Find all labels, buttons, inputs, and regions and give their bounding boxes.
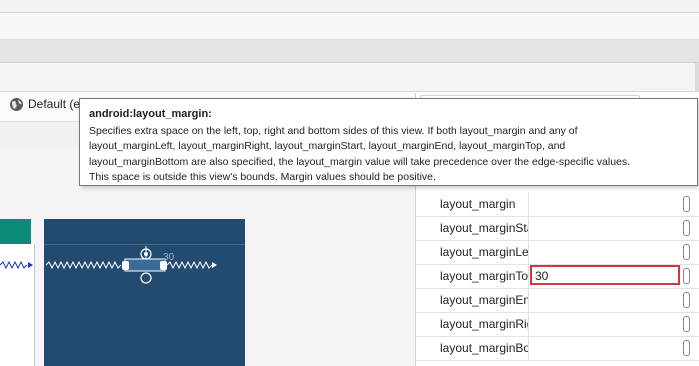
globe-icon xyxy=(10,98,23,111)
property-value-field-active[interactable]: 30 xyxy=(530,265,680,285)
property-row-layout-margin-start[interactable]: layout_marginStart xyxy=(416,216,699,241)
attribute-documentation-tooltip: android:layout_margin: Specifies extra s… xyxy=(79,98,698,186)
resource-picker-button[interactable] xyxy=(683,316,690,332)
property-name: layout_marginRight xyxy=(440,317,528,331)
column-divider xyxy=(528,192,529,216)
tooltip-title: android:layout_margin: xyxy=(89,108,212,120)
property-row-layout-margin-end[interactable]: layout_marginEnd xyxy=(416,288,699,313)
property-name: layout_marginLeft xyxy=(440,245,528,259)
property-value-field[interactable] xyxy=(530,337,680,357)
selected-widget[interactable] xyxy=(124,258,166,272)
resize-handle-left[interactable] xyxy=(122,261,129,270)
bottom-anchor-handle[interactable] xyxy=(140,272,152,284)
column-divider xyxy=(528,336,529,360)
resource-picker-button[interactable] xyxy=(683,244,690,260)
design-header-strip xyxy=(0,40,699,63)
tooltip-line: layout_marginLeft, layout_marginRight, l… xyxy=(89,140,566,152)
resource-picker-button[interactable] xyxy=(683,340,690,356)
resource-picker-button[interactable] xyxy=(683,220,690,236)
column-divider xyxy=(528,288,529,312)
property-name: layout_marginTop xyxy=(440,269,528,283)
property-name: layout_margin xyxy=(440,197,516,211)
margin-annotation: 30 xyxy=(163,252,175,263)
column-divider xyxy=(528,240,529,264)
property-value-field[interactable] xyxy=(530,313,680,333)
constraint-widgets: 30 xyxy=(0,246,217,284)
app-bar-preview xyxy=(0,219,31,244)
property-value-field[interactable] xyxy=(530,289,680,309)
property-value-field[interactable] xyxy=(530,193,680,213)
property-row-layout-margin-top[interactable]: layout_marginTop 30 xyxy=(416,264,699,289)
editor-tab-strip xyxy=(0,13,699,40)
tooltip-line: This space is outside this view's bounds… xyxy=(89,171,436,183)
left-constraint-arrow xyxy=(28,262,33,268)
design-toolbar xyxy=(0,63,699,92)
tooltip-line: Specifies extra space on the left, top, … xyxy=(89,124,578,137)
tooltip-line: layout_marginBottom are also specified, … xyxy=(89,155,631,168)
column-divider xyxy=(528,264,529,288)
property-value-field[interactable] xyxy=(530,217,680,237)
blueprint-left-spring xyxy=(45,260,122,270)
toolbar-scrollbar[interactable] xyxy=(695,63,699,91)
property-row-layout-margin-left[interactable]: layout_marginLeft xyxy=(416,240,699,265)
property-name: layout_marginBottom xyxy=(440,341,528,355)
property-name: layout_marginStart xyxy=(440,221,528,235)
resource-picker-button[interactable] xyxy=(683,292,690,308)
property-row-layout-margin-bottom[interactable]: layout_marginBottom xyxy=(416,336,699,361)
property-name: layout_marginEnd xyxy=(440,293,528,307)
column-divider xyxy=(528,312,529,336)
resource-picker-button[interactable] xyxy=(683,196,690,212)
locale-dropdown[interactable]: Default (e xyxy=(28,97,80,111)
property-value-field[interactable] xyxy=(530,241,680,261)
left-constraint-spring xyxy=(0,260,28,270)
blueprint-view-screen[interactable] xyxy=(44,219,245,366)
resource-picker-button[interactable] xyxy=(683,268,690,284)
property-row-layout-margin-right[interactable]: layout_marginRight xyxy=(416,312,699,337)
blueprint-right-arrow xyxy=(212,262,217,268)
window-top-strip xyxy=(0,0,699,13)
column-divider xyxy=(528,216,529,240)
property-row-layout-margin[interactable]: layout_margin xyxy=(416,192,699,217)
